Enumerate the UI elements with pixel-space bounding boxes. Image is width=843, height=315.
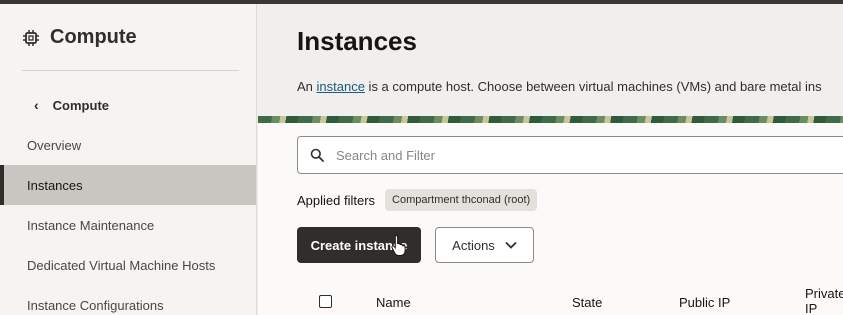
sidebar-header: Compute (22, 26, 137, 49)
instance-doc-link[interactable]: instance (317, 79, 365, 94)
description-suffix: is a compute host. Choose between virtua… (364, 79, 822, 94)
sidebar-item-overview[interactable]: Overview (0, 125, 256, 165)
column-header-public-ip[interactable]: Public IP (679, 295, 730, 310)
column-header-name[interactable]: Name (376, 295, 411, 310)
decorative-banner (258, 116, 843, 123)
compartment-filter-chip[interactable]: Compartment thconad (root) (385, 189, 538, 211)
sidebar-item-label: Dedicated Virtual Machine Hosts (27, 257, 216, 273)
sidebar-back-link[interactable]: ‹ Compute (34, 97, 109, 113)
page-title: Instances (297, 26, 417, 56)
main-content: Instances An instance is a compute host.… (258, 4, 843, 315)
sidebar-item-instance-maintenance[interactable]: Instance Maintenance (0, 205, 256, 245)
description-prefix: An (297, 79, 317, 94)
column-header-private-ip[interactable]: Private IP (805, 286, 843, 315)
page-description: An instance is a compute host. Choose be… (297, 79, 822, 94)
create-instance-button[interactable]: Create instance (297, 227, 421, 263)
search-input[interactable] (336, 147, 816, 163)
sidebar-item-instances[interactable]: Instances (0, 165, 256, 205)
chevron-down-icon (505, 241, 517, 249)
select-all-checkbox[interactable] (319, 295, 332, 308)
search-box[interactable] (297, 136, 843, 174)
sidebar-item-label: Overview (27, 137, 82, 153)
sidebar-back-label: Compute (52, 97, 110, 113)
sidebar: Compute ‹ Compute Overview Instances Ins… (0, 4, 257, 315)
sidebar-item-instance-configurations[interactable]: Instance Configurations (0, 285, 256, 315)
applied-filters-label: Applied filters (297, 192, 376, 208)
column-header-state[interactable]: State (572, 295, 602, 310)
chip-icon (23, 29, 39, 46)
actions-label: Actions (452, 237, 495, 253)
actions-dropdown-button[interactable]: Actions (435, 227, 534, 263)
sidebar-title: Compute (50, 26, 137, 48)
sidebar-divider (22, 70, 239, 71)
applied-filters: Applied filters Compartment thconad (roo… (297, 189, 538, 211)
sidebar-item-dedicated-vm-hosts[interactable]: Dedicated Virtual Machine Hosts (0, 245, 256, 285)
sidebar-item-label: Instance Configurations (27, 297, 164, 313)
instances-panel: Applied filters Compartment thconad (roo… (258, 123, 843, 315)
search-icon (310, 148, 324, 162)
sidebar-item-label: Instances (27, 177, 83, 193)
chevron-left-icon: ‹ (34, 97, 39, 113)
sidebar-item-label: Instance Maintenance (27, 217, 155, 233)
